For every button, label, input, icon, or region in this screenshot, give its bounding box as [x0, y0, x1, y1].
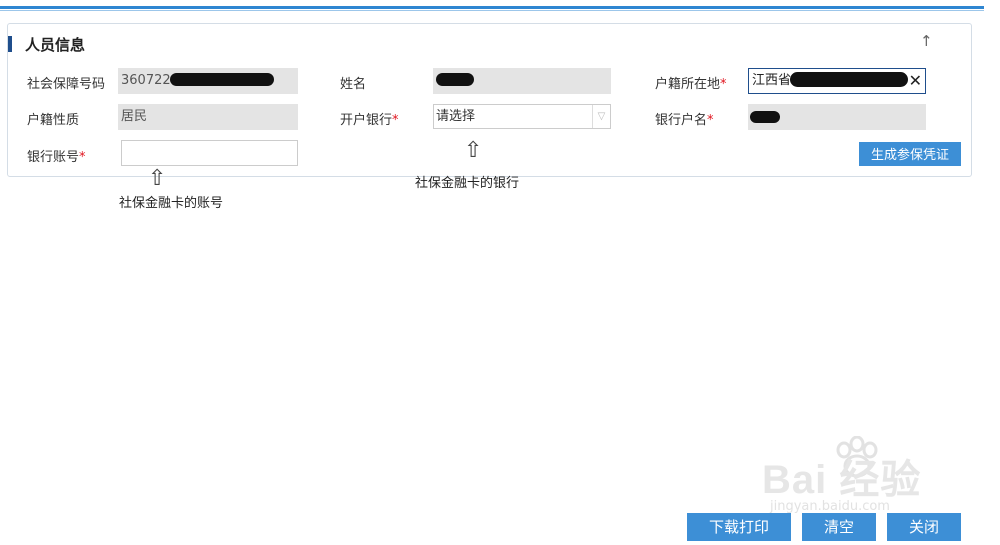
- clear-button[interactable]: 清空: [802, 513, 876, 541]
- bank-account-name-label: 银行户名*: [655, 113, 714, 128]
- name-label: 姓名: [340, 77, 367, 92]
- bank-account-no-input[interactable]: [121, 140, 298, 166]
- bank-account-no-label: 银行账号*: [27, 150, 86, 165]
- clear-icon[interactable]: ✕: [909, 69, 922, 93]
- redaction-mark: [436, 73, 474, 86]
- watermark-logo: Bai 经验: [762, 458, 922, 502]
- social-security-no-label: 社会保障号码: [27, 77, 106, 92]
- household-type-field: 居民: [118, 104, 298, 130]
- household-location-value: 江西省: [752, 73, 792, 88]
- watermark-url: jingyan.baidu.com: [770, 499, 890, 514]
- household-location-label: 户籍所在地*: [655, 77, 727, 92]
- panel-title: 人员信息: [25, 36, 86, 54]
- panel-title-marker: [8, 36, 12, 52]
- bank-select-value: 请选择: [436, 109, 476, 124]
- household-type-label: 户籍性质: [27, 113, 80, 128]
- arrow-up-icon[interactable]: ↑: [920, 32, 933, 50]
- header-line-secondary: [0, 10, 984, 11]
- account-annotation: 社保金融卡的账号: [119, 196, 224, 211]
- annotation-arrow-icon: ⇧: [148, 166, 167, 191]
- redaction-mark: [170, 73, 274, 86]
- redaction-mark: [790, 72, 908, 87]
- download-print-button[interactable]: 下载打印: [687, 513, 791, 541]
- header-line: [0, 6, 984, 9]
- close-button[interactable]: 关闭: [887, 513, 961, 541]
- generate-certificate-button[interactable]: 生成参保凭证: [859, 142, 961, 166]
- social-security-no-value: 360722: [121, 73, 171, 88]
- household-type-value: 居民: [121, 109, 148, 124]
- bank-label: 开户银行*: [340, 113, 399, 128]
- bank-select[interactable]: 请选择 ▽: [433, 104, 611, 129]
- redaction-mark: [750, 111, 780, 123]
- bank-annotation: 社保金融卡的银行: [415, 176, 520, 191]
- annotation-arrow-icon: ⇧: [464, 138, 483, 163]
- chevron-down-icon[interactable]: ▽: [592, 105, 610, 128]
